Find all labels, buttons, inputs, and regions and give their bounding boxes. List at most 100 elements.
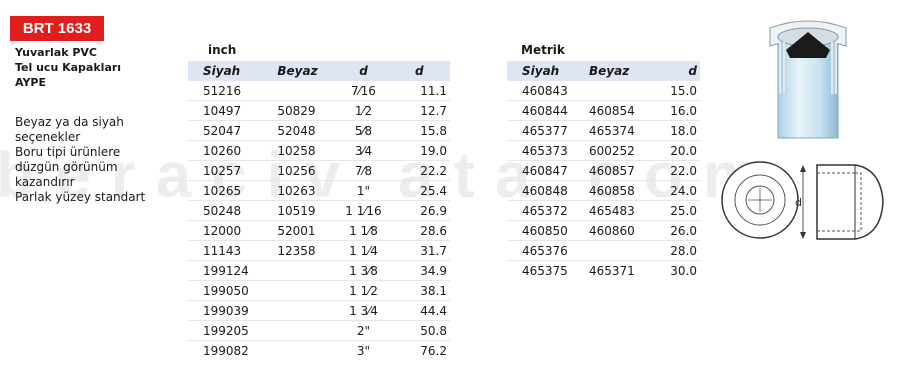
- diameter-mm-cell: 24.0: [651, 180, 700, 201]
- metric-table-row: 465376 28.0: [507, 240, 700, 261]
- beyaz-code-cell: 10256: [273, 160, 339, 181]
- siyah-code-cell: 50248: [188, 200, 274, 221]
- title-line: Tel ucu Kapakları: [15, 61, 122, 74]
- beyaz-code-cell: [581, 81, 652, 101]
- inch-table-row: 10260 10258 3⁄4 19.0: [188, 140, 450, 161]
- siyah-code-cell: 460847: [507, 160, 581, 181]
- beyaz-code-cell: [273, 81, 339, 101]
- siyah-code-cell: 460848: [507, 180, 581, 201]
- beyaz-code-cell: 460854: [581, 100, 652, 121]
- feature-line: Beyaz ya da siyah: [15, 115, 124, 129]
- siyah-code-cell: 10260: [188, 140, 274, 161]
- diameter-mm-cell: 25.0: [651, 200, 700, 221]
- diameter-mm-cell: 44.4: [388, 300, 450, 321]
- siyah-code-cell: 460843: [507, 81, 581, 101]
- beyaz-code-cell: 600252: [581, 140, 652, 161]
- diameter-mm-cell: 20.0: [651, 140, 700, 161]
- metric-table-row: 465372 465483 25.0: [507, 200, 700, 221]
- diameter-label: d: [795, 196, 802, 209]
- feature-line: düzgün görünüm: [15, 160, 118, 174]
- inch-header-siyah: Siyah: [188, 61, 274, 81]
- beyaz-code-cell: 465374: [581, 120, 652, 141]
- diameter-inch-cell: 1 3⁄4: [338, 300, 389, 321]
- inch-table-row: 199082 3" 76.2: [188, 341, 450, 361]
- diameter-mm-cell: 11.1: [388, 81, 450, 101]
- siyah-code-cell: 10265: [188, 180, 274, 201]
- diameter-mm-cell: 50.8: [388, 320, 450, 341]
- title-line: Yuvarlak PVC: [15, 46, 98, 59]
- product-code-badge: BRT 1633: [10, 16, 104, 41]
- siyah-code-cell: 10497: [188, 100, 274, 121]
- diameter-inch-cell: 1": [338, 180, 389, 201]
- inch-table-row: 52047 52048 5⁄8 15.8: [188, 120, 450, 141]
- metric-table: Siyah Beyaz d 460843 15.0 460844 460854 16.0…: [507, 61, 700, 280]
- feature-line: seçenekler: [15, 130, 81, 144]
- feature-line: Boru tipi ürünlere: [15, 145, 121, 159]
- siyah-code-cell: 10257: [188, 160, 274, 181]
- beyaz-code-cell: 10263: [273, 180, 339, 201]
- metric-header-siyah: Siyah: [507, 61, 581, 81]
- inch-table-row: 11143 12358 1 1⁄4 31.7: [188, 240, 450, 261]
- inch-table-row: 51216 7⁄16 11.1: [188, 81, 450, 101]
- beyaz-code-cell: [273, 300, 339, 321]
- diameter-mm-cell: 26.9: [388, 200, 450, 221]
- siyah-code-cell: 199039: [188, 300, 274, 321]
- beyaz-code-cell: 52048: [273, 120, 339, 141]
- beyaz-code-cell: 10519: [273, 200, 339, 221]
- metric-table-row: 465375 465371 30.0: [507, 261, 700, 281]
- diameter-inch-cell: 5⁄8: [338, 120, 389, 141]
- diameter-mm-cell: 19.0: [388, 140, 450, 161]
- diameter-mm-cell: 26.0: [651, 220, 700, 241]
- inch-header-d-fraction: d: [338, 61, 389, 81]
- diameter-mm-cell: 15.0: [651, 81, 700, 101]
- siyah-code-cell: 199050: [188, 280, 274, 301]
- diameter-inch-cell: 3⁄4: [338, 140, 389, 161]
- inch-table-row: 199124 1 3⁄8 34.9: [188, 260, 450, 281]
- tube-cap-illustration: [769, 20, 847, 139]
- metric-header-d: d: [651, 61, 700, 81]
- beyaz-code-cell: 12358: [273, 240, 339, 261]
- siyah-code-cell: 51216: [188, 81, 274, 101]
- inch-table-row: 12000 52001 1 1⁄8 28.6: [188, 220, 450, 241]
- inch-header-beyaz: Beyaz: [273, 61, 339, 81]
- beyaz-code-cell: 460858: [581, 180, 652, 201]
- diameter-mm-cell: 34.9: [388, 260, 450, 281]
- metric-table-row: 465377 465374 18.0: [507, 120, 700, 141]
- inch-table-row: 199050 1 1⁄2 38.1: [188, 280, 450, 301]
- beyaz-code-cell: 465371: [589, 263, 635, 278]
- metric-header-row: Siyah Beyaz d: [507, 61, 700, 81]
- siyah-code-cell: 11143: [188, 240, 274, 261]
- siyah-code-cell: 465372: [507, 200, 581, 221]
- inch-table: Siyah Beyaz d d 51216 7⁄16 11.1 10497 50829 1…: [188, 61, 450, 360]
- siyah-code-cell: 460850: [507, 220, 581, 241]
- diameter-inch-cell: 2": [338, 320, 389, 341]
- diameter-inch-cell: 1 1⁄2: [338, 280, 389, 301]
- inch-table-row: 10497 50829 1⁄2 12.7: [188, 100, 450, 121]
- diameter-mm-cell: 31.7: [388, 240, 450, 261]
- diameter-mm-cell: 38.1: [388, 280, 450, 301]
- beyaz-code-cell: 460860: [581, 220, 652, 241]
- inch-table-row: 10257 10256 7⁄8 22.2: [188, 160, 450, 181]
- metric-section-title: Metrik: [521, 43, 565, 57]
- metric-table-row: 460848 460858 24.0: [507, 180, 700, 201]
- diameter-mm-cell: 76.2: [420, 343, 447, 358]
- siyah-code-cell: 199082: [203, 343, 249, 358]
- diameter-mm-cell: 28.0: [651, 240, 700, 261]
- diameter-mm-cell: 16.0: [651, 100, 700, 121]
- diameter-mm-cell: 22.0: [651, 160, 700, 181]
- siyah-code-cell: 460844: [507, 100, 581, 121]
- siyah-code-cell: 12000: [188, 220, 274, 241]
- feature-line: Parlak yüzey standart: [15, 190, 146, 204]
- beyaz-code-cell: 50829: [273, 100, 339, 121]
- metric-header-beyaz: Beyaz: [581, 61, 652, 81]
- inch-table-row: 199039 1 3⁄4 44.4: [188, 300, 450, 321]
- diameter-mm-cell: 28.6: [388, 220, 450, 241]
- beyaz-code-cell: [581, 240, 652, 261]
- cap-side-view-diagram: d: [795, 164, 884, 240]
- beyaz-code-cell: [273, 320, 339, 341]
- beyaz-code-cell: 10258: [273, 140, 339, 161]
- inch-table-row: 10265 10263 1" 25.4: [188, 180, 450, 201]
- metric-table-row: 460844 460854 16.0: [507, 100, 700, 121]
- diameter-mm-cell: 18.0: [651, 120, 700, 141]
- diameter-inch-cell: 7⁄8: [338, 160, 389, 181]
